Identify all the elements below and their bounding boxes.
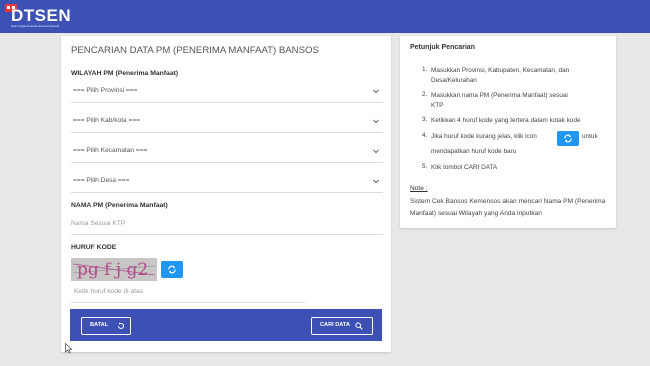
refresh-captcha-inline-button[interactable] (557, 131, 579, 146)
desa-select[interactable]: === Pilih Desa === (71, 174, 383, 193)
kecamatan-select[interactable]: === Pilih Kecamatan === (71, 144, 383, 163)
form-title: PENCARIAN DATA PM (PENERIMA MANFAAT) BAN… (71, 45, 319, 56)
captcha-input[interactable]: Ketik huruf kode di atas (71, 284, 305, 303)
name-placeholder: Nama Sesuai KTP (71, 220, 126, 227)
captcha-image: pg f j g2 (71, 258, 157, 281)
logo-subtitle: Data Tunggal Sosial dan Ekonomi Nasional (11, 25, 60, 28)
chevron-down-icon (373, 179, 379, 184)
kabkota-select-value: === Pilih Kab/kota === (73, 117, 141, 124)
cancel-button-label: BATAL (90, 322, 109, 328)
search-icon (355, 321, 363, 330)
desa-select-value: === Pilih Desa === (73, 177, 130, 184)
refresh-icon (118, 322, 124, 329)
instructions-title: Petunjuk Pencarian (410, 44, 475, 51)
mouse-cursor-icon (65, 343, 73, 354)
kecamatan-select-value: === Pilih Kecamatan === (73, 147, 148, 154)
wilayah-label: WILAYAH PM (Penerima Manfaat) (71, 70, 179, 77)
captcha-label: HURUF KODE (71, 244, 117, 251)
form-action-bar: BATAL CARI DATA (70, 309, 382, 341)
chevron-down-icon (373, 89, 379, 94)
chevron-down-icon (373, 119, 379, 124)
captcha-text: pg f j g2 (77, 260, 148, 280)
logo-text: DTSEN (11, 6, 72, 25)
provinsi-select[interactable]: === Pilih Provinsi === (71, 84, 383, 103)
top-bar: DTSEN Data Tunggal Sosial dan Ekonomi Na… (0, 0, 650, 33)
note-text: Sistem Cek Bansos Kemensos akan mencari … (410, 198, 606, 217)
note-label: Note : (410, 185, 428, 192)
instructions-card: Petunjuk Pencarian 1. Masukkan Provinsi,… (400, 36, 616, 228)
name-field[interactable]: Nama Sesuai KTP (71, 216, 383, 235)
search-data-button[interactable]: CARI DATA (311, 317, 373, 335)
refresh-icon (168, 265, 176, 274)
refresh-captcha-button[interactable] (161, 261, 183, 278)
kabkota-select[interactable]: === Pilih Kab/kota === (71, 114, 383, 133)
name-label: NAMA PM (Penerima Manfaat) (71, 202, 168, 209)
dtsen-logo[interactable]: DTSEN Data Tunggal Sosial dan Ekonomi Na… (3, 4, 73, 30)
chevron-down-icon (373, 149, 379, 154)
cancel-button[interactable]: BATAL (81, 317, 131, 335)
search-form-card: PENCARIAN DATA PM (PENERIMA MANFAAT) BAN… (61, 36, 391, 352)
search-button-label: CARI DATA (320, 322, 350, 328)
provinsi-select-value: === Pilih Provinsi === (73, 87, 138, 94)
captcha-placeholder: Ketik huruf kode di atas (74, 288, 143, 295)
refresh-icon (564, 134, 572, 143)
